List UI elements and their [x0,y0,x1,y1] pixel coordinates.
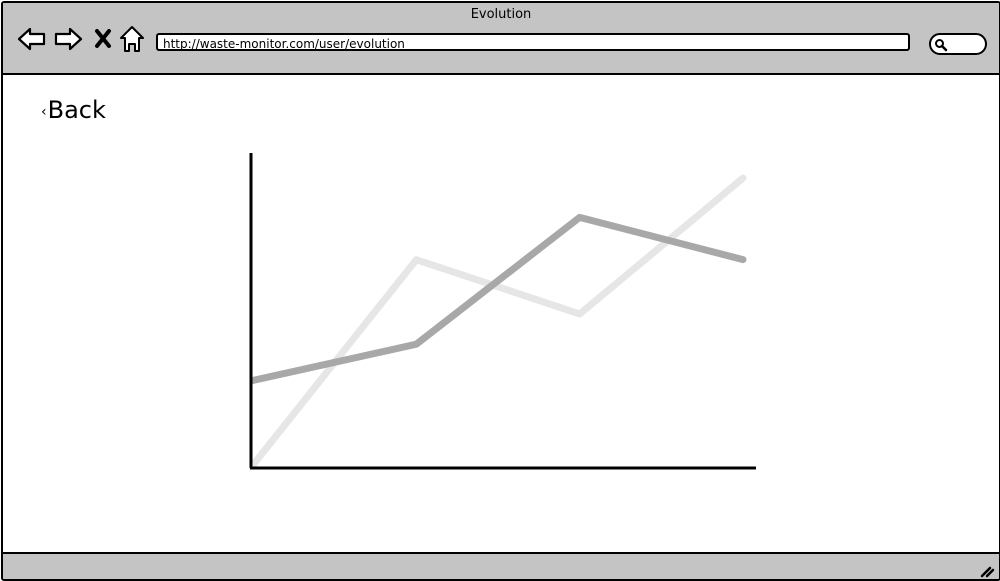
chart-series-layer [249,174,747,469]
back-chevron-icon: ‹ [41,104,47,120]
browser-toolbar: Evolution http://waste-monitor.com/user/… [3,3,999,75]
forward-arrow-icon[interactable] [53,24,83,54]
back-arrow-icon[interactable] [17,24,47,54]
resize-grip-icon[interactable] [979,564,995,578]
home-icon[interactable] [118,24,148,54]
search-input[interactable] [929,33,987,55]
url-input[interactable]: http://waste-monitor.com/user/evolution [156,33,910,51]
chart-series-line-1 [249,174,747,469]
evolution-line-chart [249,153,756,470]
close-icon[interactable] [91,24,121,54]
chart-series-line-2 [249,213,747,384]
back-link[interactable]: ‹ Back [41,95,106,125]
status-bar [3,552,999,579]
search-icon [935,39,948,52]
browser-window: Evolution http://waste-monitor.com/user/… [1,1,1000,581]
back-link-label: Back [47,96,106,124]
window-title: Evolution [470,7,532,22]
